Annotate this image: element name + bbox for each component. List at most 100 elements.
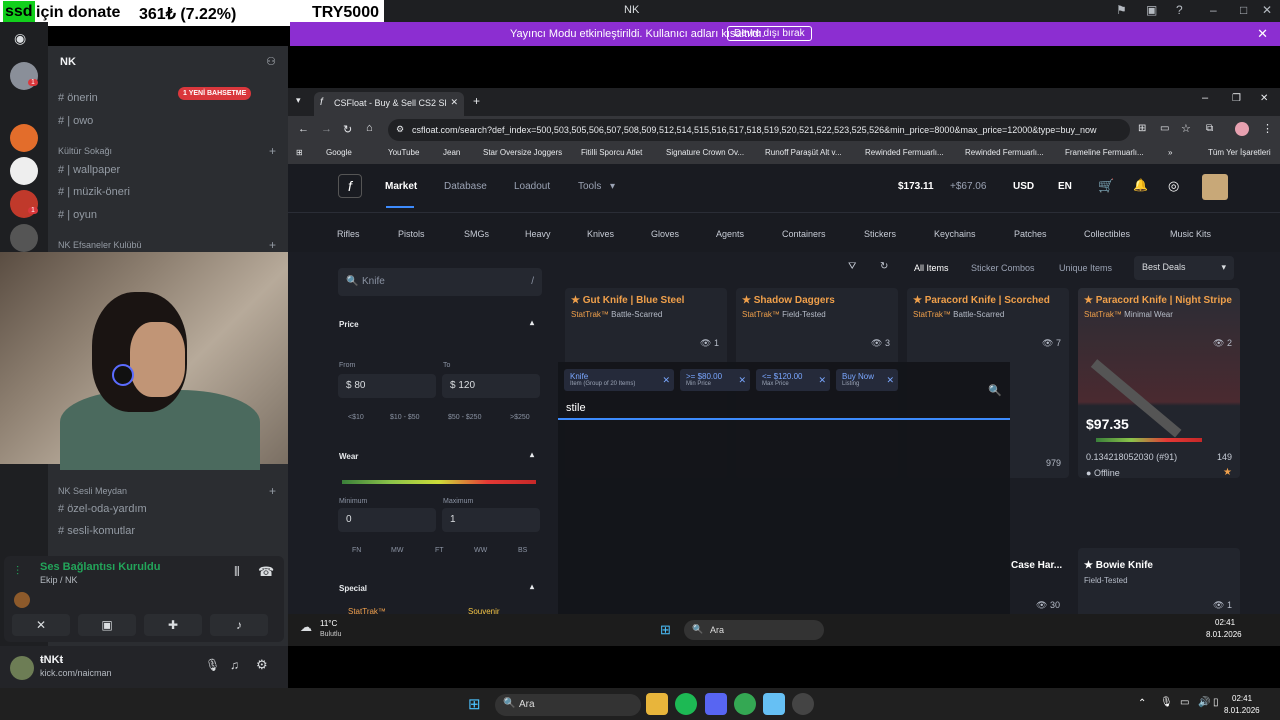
search-icon[interactable]: 🔍 <box>988 384 1002 397</box>
bookmark[interactable]: Frameline Fermuarlı... <box>1065 148 1144 157</box>
wear-min-input[interactable]: 0 <box>338 508 436 532</box>
nav-database[interactable]: Database <box>444 181 487 192</box>
star-icon[interactable]: ☆ <box>1181 122 1191 135</box>
banner-close-icon[interactable]: ✕ <box>1257 26 1268 42</box>
filter-chip[interactable]: Knife Item (Group of 20 Items) ✕ <box>564 369 674 391</box>
tab-sticker-combos[interactable]: Sticker Combos <box>971 263 1035 273</box>
balance[interactable]: $173.11 <box>898 181 934 192</box>
add-channel-icon[interactable]: + <box>269 484 276 498</box>
wear-slider[interactable] <box>342 480 536 484</box>
spotify-icon[interactable] <box>675 693 697 715</box>
category-smgs[interactable]: SMGs <box>464 229 489 239</box>
category-knives[interactable]: Knives <box>587 229 614 239</box>
category-keychains[interactable]: Keychains <box>934 229 976 239</box>
camera-off-icon[interactable]: ✕ <box>12 614 70 636</box>
windows-icon[interactable]: ⊞ <box>468 695 481 713</box>
help-icon[interactable]: ? <box>1176 3 1183 17</box>
filter-icon[interactable]: ⛛ <box>848 261 856 272</box>
server-icon[interactable] <box>10 157 38 185</box>
new-tab-icon[interactable]: + <box>473 94 480 108</box>
bookmark[interactable]: Signature Crown Ov... <box>666 148 744 157</box>
tab-close-icon[interactable]: ✕ <box>450 97 458 108</box>
noise-icon[interactable]: ⦀ <box>234 564 240 580</box>
category-gloves[interactable]: Gloves <box>651 229 679 239</box>
category-containers[interactable]: Containers <box>782 229 826 239</box>
disable-streamer-button[interactable]: Devre dışı bırak <box>727 26 812 41</box>
wear-option[interactable]: FT <box>435 547 444 554</box>
tab-all-items[interactable]: All Items <box>914 263 949 273</box>
steam-icon[interactable] <box>763 693 785 715</box>
volume-icon[interactable]: 🔊 <box>1198 697 1210 708</box>
maximize-icon[interactable]: □ <box>1240 3 1247 17</box>
category-patches[interactable]: Patches <box>1014 229 1047 239</box>
channel-item[interactable]: # | oyun <box>58 209 97 221</box>
user-avatar[interactable] <box>1202 174 1228 200</box>
price-range-option[interactable]: $50 - $250 <box>448 414 481 421</box>
settings-icon[interactable]: ⚙ <box>256 657 268 673</box>
category-rifles[interactable]: Rifles <box>337 229 360 239</box>
bookmark[interactable]: Rewinded Fermuarlı... <box>865 148 944 157</box>
chevron-up-icon[interactable]: ▴ <box>530 450 534 459</box>
user-avatar[interactable] <box>10 656 34 680</box>
close-icon[interactable]: ✕ <box>1262 3 1272 17</box>
disconnect-icon[interactable]: ☎ <box>258 564 274 580</box>
server-icon[interactable] <box>10 124 38 152</box>
menu-icon[interactable]: ⋮ <box>1262 122 1273 135</box>
nav-loadout[interactable]: Loadout <box>514 181 550 192</box>
wear-option[interactable]: MW <box>391 547 403 554</box>
bookmark[interactable]: YouTube <box>388 148 419 157</box>
inbox-icon[interactable]: ⚑ <box>1116 3 1127 17</box>
category-stickers[interactable]: Stickers <box>864 229 896 239</box>
mic-icon[interactable]: 🎙 <box>205 658 220 672</box>
headphone-icon[interactable]: ♫ <box>230 658 239 672</box>
refresh-icon[interactable]: ↻ <box>880 261 888 272</box>
minimize-icon[interactable]: – <box>1202 92 1208 104</box>
category-header[interactable]: Kültür Sokağı <box>58 146 112 156</box>
new-mention-badge[interactable]: 1 YENİ BAHSETME <box>178 87 252 100</box>
search-query-input[interactable]: stile <box>566 402 586 414</box>
filter-chip[interactable]: <= $120.00 Max Price ✕ <box>756 369 830 391</box>
search-box[interactable]: 🔍 Ara <box>495 694 641 716</box>
mic-icon[interactable]: 🎙 <box>1160 697 1173 708</box>
bookmark[interactable]: Fitilli Sporcu Atlet <box>581 148 642 157</box>
channel-item[interactable]: # | müzik-öneri <box>58 186 130 198</box>
currency-select[interactable]: USD <box>1013 181 1034 192</box>
price-range-option[interactable]: >$250 <box>510 414 530 421</box>
chevron-up-icon[interactable]: ⌃ <box>1138 698 1146 709</box>
discord-home-icon[interactable]: ◉ <box>14 30 26 47</box>
extensions-icon[interactable]: ⧉ <box>1206 123 1213 134</box>
member-avatar[interactable] <box>14 592 30 608</box>
browser-tab[interactable]: f CSFloat - Buy & Sell CS2 Skins ✕ <box>314 92 464 116</box>
bookmark[interactable]: Star Oversize Joggers <box>483 148 562 157</box>
category-header[interactable]: NK Efsaneler Kulübü <box>58 240 142 250</box>
add-channel-icon[interactable]: + <box>269 144 276 158</box>
cart-icon[interactable]: 🛒 <box>1098 178 1114 194</box>
tab-menu-icon[interactable]: ▾ <box>296 95 301 106</box>
discord-icon[interactable] <box>705 693 727 715</box>
palette-icon[interactable]: ◎ <box>1168 178 1179 194</box>
close-icon[interactable]: ✕ <box>1260 93 1268 104</box>
add-friend-icon[interactable]: ⚇ <box>266 55 276 68</box>
url-field[interactable]: ⚙ csfloat.com/search?def_index=500,503,5… <box>388 119 1130 141</box>
listing-card[interactable]: ★ Paracord Knife | Night Stripe StatTrak… <box>1078 288 1240 478</box>
category-pistols[interactable]: Pistols <box>398 229 425 239</box>
price-from-input[interactable]: $ 80 <box>338 374 436 398</box>
more-bookmarks-icon[interactable]: » <box>1168 148 1172 157</box>
battery-icon[interactable]: ▯ <box>1213 697 1219 708</box>
category-music-kits[interactable]: Music Kits <box>1170 229 1211 239</box>
category-heavy[interactable]: Heavy <box>525 229 551 239</box>
item-name[interactable]: Case Har... <box>1011 560 1062 571</box>
soundboard-icon[interactable]: ♪ <box>210 614 268 636</box>
home-icon[interactable]: ⌂ <box>366 122 373 134</box>
channel-item[interactable]: # önerin <box>58 92 98 104</box>
minimize-icon[interactable]: – <box>1210 3 1217 17</box>
site-info-icon[interactable]: ⚙ <box>396 124 404 135</box>
wear-max-input[interactable]: 1 <box>442 508 540 532</box>
bookmark[interactable]: Google <box>326 148 352 157</box>
bell-icon[interactable]: 🔔 <box>1133 178 1148 192</box>
chevron-up-icon[interactable]: ▴ <box>530 318 534 327</box>
all-bookmarks[interactable]: Tüm Yer İşaretleri <box>1208 148 1271 157</box>
price-range-option[interactable]: <$10 <box>348 414 364 421</box>
profile-avatar[interactable] <box>1235 122 1249 136</box>
filter-chip[interactable]: Buy Now Listing ✕ <box>836 369 898 391</box>
